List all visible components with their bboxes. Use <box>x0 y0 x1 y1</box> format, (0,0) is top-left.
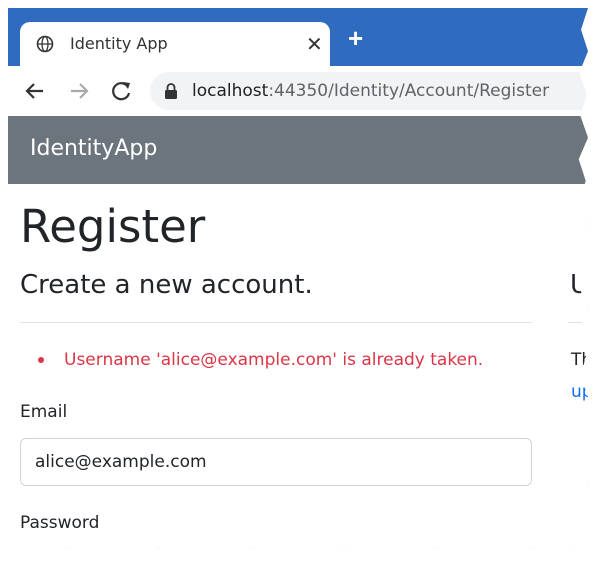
side-link[interactable]: up <box>571 382 588 402</box>
new-tab-button[interactable]: + <box>348 25 363 51</box>
divider <box>20 322 532 323</box>
address-bar[interactable]: localhost:44350/Identity/Account/Registe… <box>150 72 588 110</box>
globe-icon <box>36 35 54 53</box>
lock-icon[interactable] <box>164 83 178 99</box>
app-navbar: IdentityApp <box>8 116 588 184</box>
browser-tab-strip: Identity App ✕ + <box>8 8 588 66</box>
form-subtitle: Create a new account. <box>20 270 313 300</box>
browser-tab[interactable]: Identity App ✕ <box>20 22 330 66</box>
tab-title: Identity App <box>70 34 168 53</box>
url-text: localhost:44350/Identity/Account/Registe… <box>192 81 549 101</box>
password-label: Password <box>20 513 100 533</box>
validation-error: Username 'alice@example.com' is already … <box>38 350 483 370</box>
url-host: localhost <box>192 81 269 101</box>
validation-summary: Username 'alice@example.com' is already … <box>38 350 483 370</box>
email-field[interactable] <box>20 438 532 486</box>
browser-toolbar: localhost:44350/Identity/Account/Registe… <box>8 66 588 117</box>
navbar-brand[interactable]: IdentityApp <box>30 136 157 161</box>
side-section-title: U <box>570 270 588 300</box>
side-divider <box>568 322 588 323</box>
close-tab-icon[interactable]: ✕ <box>306 32 323 57</box>
reload-icon[interactable] <box>108 78 134 104</box>
arrow-right-icon[interactable] <box>66 78 92 104</box>
screenshot-frame: Identity App ✕ + localhost:44350/Identit… <box>8 8 588 548</box>
page-title: Register <box>20 200 206 253</box>
side-text: Th <box>571 350 588 370</box>
url-path: :44350/Identity/Account/Register <box>268 81 550 101</box>
arrow-left-icon[interactable] <box>22 78 48 104</box>
email-label: Email <box>20 402 68 422</box>
